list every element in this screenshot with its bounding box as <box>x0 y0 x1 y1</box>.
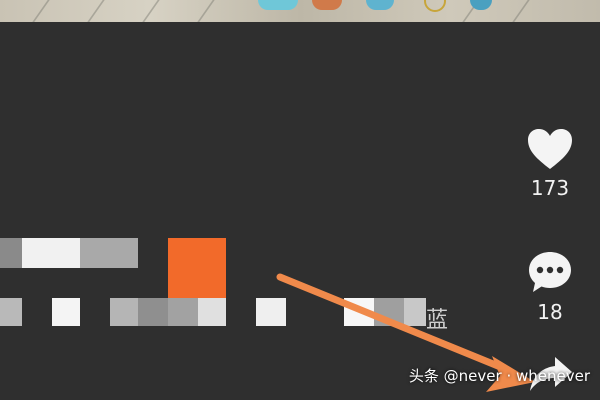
like-button[interactable]: 173 <box>500 128 600 200</box>
comment-button[interactable]: 18 <box>500 250 600 324</box>
action-column: 173 18 <box>500 0 600 400</box>
watermark: 头条 @never · whenever <box>408 367 590 385</box>
comment-count: 18 <box>537 300 563 324</box>
mosaic-tile <box>344 298 374 326</box>
mosaic-tile <box>168 298 198 326</box>
mosaic-tile <box>198 298 226 326</box>
mosaic-tile <box>404 298 426 326</box>
mosaic-tile <box>80 238 138 268</box>
mosaic-tile <box>0 238 22 268</box>
mosaic-tile <box>374 298 404 326</box>
like-count: 173 <box>530 176 570 200</box>
mosaic-tile <box>22 238 80 268</box>
mosaic-tile-orange <box>168 238 226 298</box>
mosaic-tile <box>52 298 80 326</box>
mosaic-tile <box>0 298 22 326</box>
mosaic-tile <box>138 298 168 326</box>
mosaic-tile <box>110 298 138 326</box>
comment-bubble-icon <box>529 252 571 292</box>
video-screen: 蓝 173 18 头条 @never · whenever <box>0 0 600 400</box>
caption-text: 蓝 <box>426 308 449 333</box>
mosaic-tile <box>256 298 286 326</box>
heart-icon <box>528 129 572 169</box>
